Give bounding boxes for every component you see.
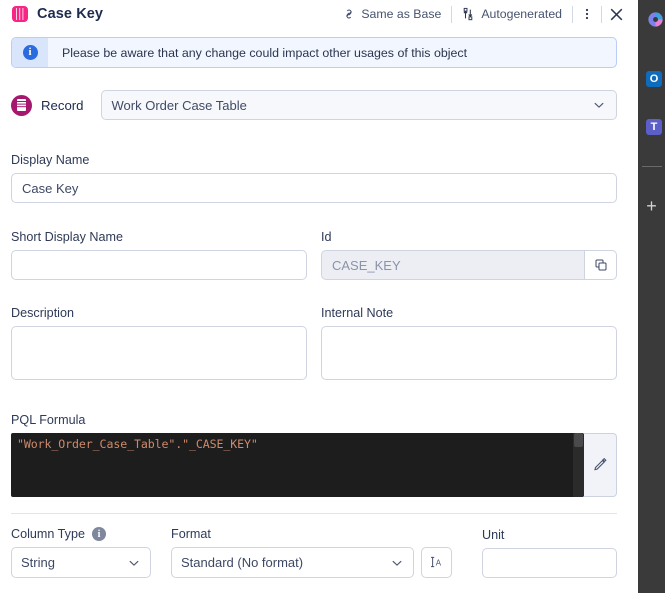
outlook-icon[interactable]: O [638,62,665,96]
bottom-controls: Column Type i String Format Standard (No… [11,527,617,578]
pql-formula-label: PQL Formula [11,413,86,427]
autogenerated-icon [462,7,476,21]
header-actions: Same as Base Autogenerated [332,0,638,28]
field-unit: Unit [482,528,617,578]
info-banner-icon-area: i [12,38,48,67]
record-table-icon [11,94,32,116]
column-type-value: String [21,555,55,570]
same-as-base-label: Same as Base [361,7,442,21]
link-break-icon [342,7,356,21]
display-name-input[interactable]: Case Key [11,173,617,203]
field-id: Id CASE_KEY [321,230,617,280]
unit-label: Unit [482,528,505,542]
taskbar-divider [642,166,662,167]
column-table-icon [11,6,28,23]
short-display-name-label: Short Display Name [11,230,123,244]
outlook-label: O [646,71,662,87]
autogenerated-chip[interactable]: Autogenerated [452,4,572,24]
info-banner-message: Please be aware that any change could im… [62,45,468,60]
pencil-icon[interactable] [584,433,617,497]
field-format: Format Standard (No format) [171,527,414,578]
internal-note-textarea[interactable] [321,326,617,380]
svg-text:A: A [436,559,442,568]
more-vertical-icon[interactable] [573,1,601,27]
record-row: Record Work Order Case Table [11,90,617,120]
screen: Case Key Same as Base Autogenerated i Pl… [0,0,665,593]
field-internal-note: Internal Note [321,306,617,380]
format-select[interactable]: Standard (No format) [171,547,414,578]
object-details-panel: Case Key Same as Base Autogenerated i Pl… [0,0,638,593]
format-label: Format [171,527,211,541]
panel-header: Case Key Same as Base Autogenerated [0,0,638,28]
field-description: Description [11,306,307,380]
description-textarea[interactable] [11,326,307,380]
close-icon[interactable] [602,1,630,27]
id-input: CASE_KEY [321,250,585,280]
copy-icon[interactable] [585,250,617,280]
record-select[interactable]: Work Order Case Table [100,90,617,120]
field-display-name: Display Name Case Key [11,153,617,203]
chevron-down-icon [390,556,404,570]
unit-input[interactable] [482,548,617,578]
internal-note-label: Internal Note [321,306,394,320]
display-name-label: Display Name [11,153,90,167]
field-column-type: Column Type i String [11,527,151,578]
chevron-down-icon [592,98,606,112]
format-value: Standard (No format) [181,555,304,570]
teams-label: T [646,119,662,135]
info-circle-icon: i [22,45,38,60]
pql-code-editor[interactable]: "Work_Order_Case_Table"."_CASE_KEY" [11,433,584,497]
right-taskbar: O T + [638,0,665,593]
teams-icon[interactable]: T [638,110,665,144]
text-cursor-a-icon[interactable]: A [421,547,452,578]
id-label: Id [321,230,332,244]
pql-code-line: "Work_Order_Case_Table"."_CASE_KEY" [17,437,258,451]
pql-scrollbar[interactable] [573,433,584,497]
info-banner: i Please be aware that any change could … [11,37,617,68]
short-display-name-input[interactable] [11,250,307,280]
record-select-value: Work Order Case Table [111,97,247,113]
powerbi-icon[interactable] [638,2,665,36]
description-label: Description [11,306,74,320]
field-short-display-name: Short Display Name [11,230,307,280]
same-as-base-chip[interactable]: Same as Base [332,4,451,24]
info-circle-grey-icon[interactable]: i [91,527,106,541]
field-pql-formula: PQL Formula "Work_Order_Case_Table"."_CA… [11,413,617,497]
record-label: Record [41,97,84,113]
page-title: Case Key [37,6,104,22]
column-type-label: Column Type [11,527,85,541]
chevron-down-icon [127,556,141,570]
add-app-button[interactable]: + [638,196,665,216]
section-divider [11,513,617,514]
autogenerated-label: Autogenerated [481,7,562,21]
column-type-select[interactable]: String [11,547,151,578]
text-format-button-wrap: A [421,547,452,578]
